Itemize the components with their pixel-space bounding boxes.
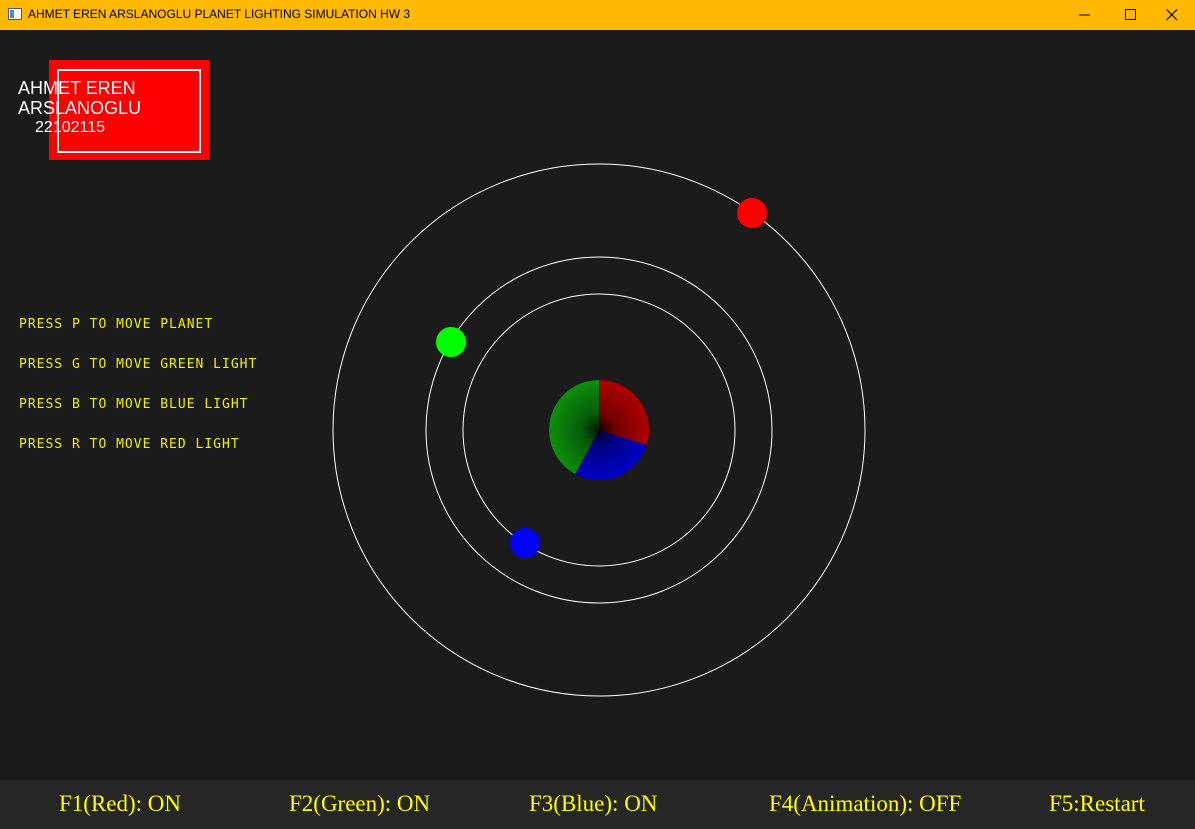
status-red-light: F1(Red): ON <box>59 791 182 816</box>
status-blue-light: F3(Blue): ON <box>529 791 658 816</box>
student-id: 22102115 <box>35 119 105 136</box>
status-restart: F5:Restart <box>1049 791 1145 816</box>
instruction-planet: PRESS P TO MOVE PLANET <box>19 317 214 332</box>
name-last: ARSLANOGLU <box>18 98 142 118</box>
status-green-light: F2(Green): ON <box>289 791 431 816</box>
app-window: AHMET EREN ARSLANOGLU PLANET LIGHTING SI… <box>0 0 1195 829</box>
status-animation: F4(Animation): OFF <box>769 791 962 816</box>
instruction-blue-light: PRESS B TO MOVE BLUE LIGHT <box>19 397 249 412</box>
name-first: AHMET EREN <box>18 78 136 98</box>
green-light[interactable] <box>436 327 466 357</box>
planet <box>549 380 649 480</box>
instruction-green-light: PRESS G TO MOVE GREEN LIGHT <box>19 357 258 372</box>
red-light[interactable] <box>737 198 767 228</box>
instruction-red-light: PRESS R TO MOVE RED LIGHT <box>19 437 240 452</box>
blue-light[interactable] <box>510 528 540 558</box>
